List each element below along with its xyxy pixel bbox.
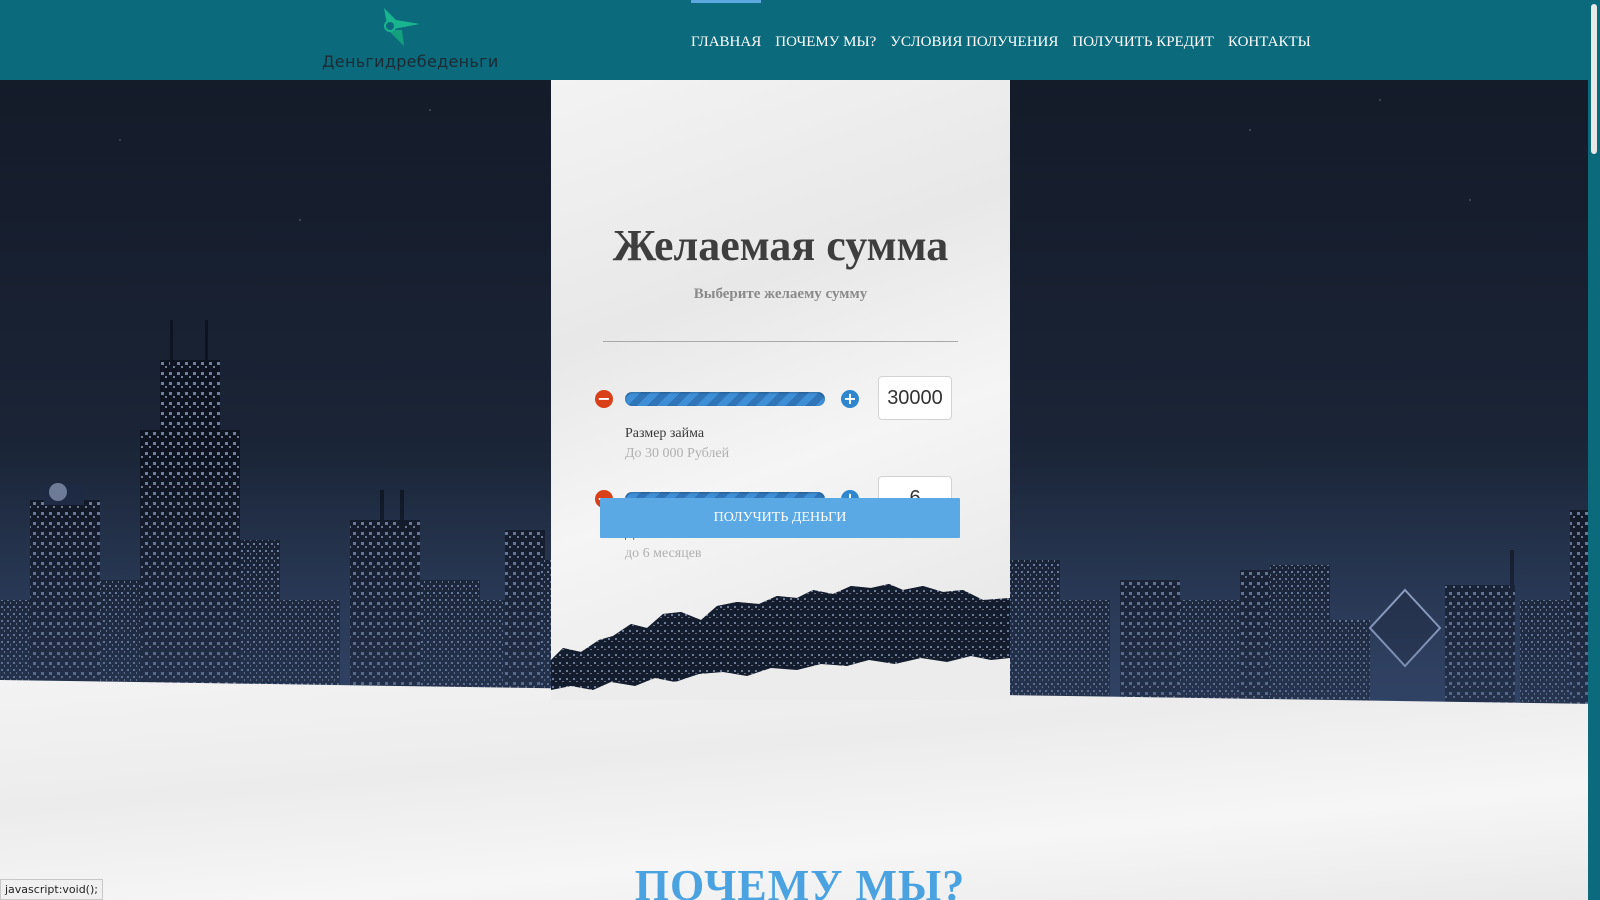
amount-decrease-button[interactable]: − [595,390,613,408]
amount-increase-button[interactable]: + [841,390,859,408]
amount-label: Размер займа [625,426,705,441]
amount-slider[interactable] [625,392,825,406]
site-header: Деньгидребеденьги Главная Почему мы? Усл… [0,0,1600,80]
amount-hint: До 30 000 Рублей [625,446,730,461]
minus-circle-icon: − [597,389,611,408]
scrollbar-thumb[interactable] [1591,4,1597,154]
nav-item-why-us[interactable]: Почему мы? [768,0,883,80]
nav-item-get-credit[interactable]: Получить кредит [1065,0,1221,80]
nav-item-home[interactable]: Главная [684,0,768,80]
main-nav: Главная Почему мы? Условия получения Пол… [684,0,1318,80]
divider [603,341,958,342]
nav-item-conditions[interactable]: Условия получения [883,0,1065,80]
plus-circle-icon: + [843,389,857,408]
amount-value-field[interactable]: 30000 [878,376,952,420]
site-logo[interactable]: Деньгидребеденьги [320,6,498,74]
why-us-heading: ПОЧЕМУ МЫ? [634,861,966,900]
logo-text: Деньгидребеденьги [322,52,499,71]
arrow-leaf-logo-icon [384,8,420,46]
loan-calculator-card: Желаемая сумма Выберите желаему сумму − … [551,80,1010,700]
loan-amount-row: − + 30000 Размер займа До 30 000 Рублей [595,376,975,466]
calculator-title: Желаемая сумма [612,221,949,270]
browser-status-bar: javascript:void(); [0,879,103,900]
get-money-button[interactable]: Получить деньги [600,498,960,538]
term-hint: до 6 месяцев [625,546,702,561]
calculator-subtitle: Выберите желаему сумму [693,286,868,302]
page-scrollbar[interactable] [1588,0,1600,900]
nav-item-contacts[interactable]: Контакты [1221,0,1318,80]
